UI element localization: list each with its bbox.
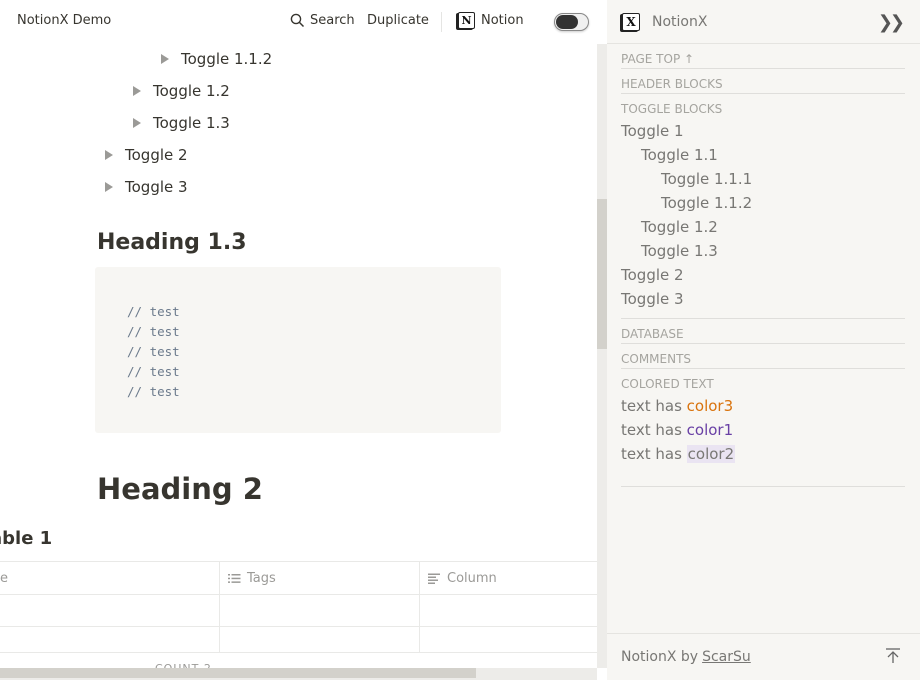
scroll-to-top-icon[interactable] [886, 648, 900, 664]
search-icon [290, 13, 305, 28]
nav-divider [441, 12, 442, 32]
toggle-label: Toggle 1.3 [153, 114, 230, 132]
colored-prefix: text has [621, 421, 687, 439]
footer-credit: NotionX by ScarSu [621, 649, 751, 665]
toggle-block[interactable]: Toggle 1.2 [133, 82, 230, 100]
code-line: // test [127, 324, 180, 339]
column-header-name[interactable]: e [0, 562, 220, 594]
toc-comments[interactable]: COMMENTS [621, 344, 905, 369]
table-of-contents-sidebar: X NotionX ❯❯ PAGE TOP ↑ HEADER BLOCKS TO… [607, 0, 920, 680]
toc-colored-item[interactable]: text has color2 [621, 442, 905, 466]
toggle-label: Toggle 1.2 [153, 82, 230, 100]
toc-header-blocks[interactable]: HEADER BLOCKS [621, 69, 905, 94]
notionx-logo-icon: X [622, 12, 640, 31]
toggle-knob [556, 15, 578, 29]
top-bar: NotionX Demo Search Duplicate N Notion [0, 0, 607, 44]
triangle-right-icon[interactable] [105, 150, 113, 160]
toggle-label: Toggle 1.1.2 [181, 50, 273, 68]
divider [621, 486, 905, 487]
table-row[interactable] [0, 595, 597, 627]
sidebar-content: PAGE TOP ↑ HEADER BLOCKS TOGGLE BLOCKS T… [621, 44, 905, 487]
footer-prefix: NotionX by [621, 649, 699, 665]
toc-item[interactable]: Toggle 1.1.2 [621, 191, 905, 215]
toggle-label: Toggle 2 [125, 146, 188, 164]
database-title[interactable]: able 1 [0, 528, 52, 549]
toggle-block[interactable]: Toggle 2 [105, 146, 188, 164]
duplicate-label: Duplicate [367, 13, 429, 28]
toc-colored-item[interactable]: text has color1 [621, 418, 905, 442]
dark-mode-toggle[interactable] [554, 13, 589, 31]
toggle-label: Toggle 3 [125, 178, 188, 196]
sidebar-header: X NotionX ❯❯ [607, 0, 920, 44]
column-label: Tags [247, 570, 276, 586]
vertical-scrollbar[interactable] [597, 44, 607, 668]
code-block: // test // test // test // test // test [95, 267, 501, 433]
toc-toggle-blocks[interactable]: TOGGLE BLOCKS [621, 94, 905, 119]
toggle-block[interactable]: Toggle 1.3 [133, 114, 230, 132]
toc-item[interactable]: Toggle 1.1 [621, 143, 905, 167]
duplicate-button[interactable]: Duplicate [367, 13, 429, 28]
notion-link[interactable]: N Notion [458, 12, 524, 29]
list-icon [228, 573, 241, 583]
database-table: e Tags Column [0, 561, 597, 653]
colored-prefix: text has [621, 445, 687, 463]
colored-word-orange: color3 [686, 397, 734, 415]
toggle-block[interactable]: Toggle 1.1.2 [161, 50, 272, 68]
sidebar-footer: NotionX by ScarSu [607, 633, 920, 680]
notion-logo-icon: N [458, 12, 475, 29]
table-cell[interactable] [0, 627, 220, 652]
horizontal-scrollbar[interactable] [0, 668, 597, 680]
toc-item[interactable]: Toggle 1 [621, 119, 905, 143]
triangle-right-icon[interactable] [161, 54, 169, 64]
toc-item[interactable]: Toggle 1.2 [621, 215, 905, 239]
notion-label: Notion [481, 13, 524, 28]
horizontal-scrollbar-thumb[interactable] [0, 668, 476, 678]
heading-1-3: Heading 1.3 [97, 230, 247, 255]
site-title[interactable]: NotionX Demo [17, 13, 111, 28]
toc-colored-item[interactable]: text has color3 [621, 394, 905, 418]
vertical-scrollbar-thumb[interactable] [597, 199, 607, 349]
column-header-tags[interactable]: Tags [220, 562, 420, 594]
column-header-column[interactable]: Column [420, 562, 597, 594]
double-chevron-right-icon[interactable]: ❯❯ [878, 12, 905, 33]
column-label: e [0, 570, 8, 586]
toggle-block[interactable]: Toggle 3 [105, 178, 188, 196]
colored-prefix: text has [621, 397, 687, 415]
table-cell[interactable] [220, 595, 420, 626]
table-cell[interactable] [0, 595, 220, 626]
search-button[interactable]: Search [290, 13, 355, 28]
search-label: Search [310, 13, 355, 28]
table-cell[interactable] [420, 595, 597, 626]
triangle-right-icon[interactable] [133, 86, 141, 96]
toc-item[interactable]: Toggle 1.3 [621, 239, 905, 263]
column-label: Column [447, 570, 497, 586]
toc-item[interactable]: Toggle 1.1.1 [621, 167, 905, 191]
table-cell[interactable] [420, 627, 597, 652]
toc-page-top[interactable]: PAGE TOP ↑ [621, 44, 905, 69]
triangle-right-icon[interactable] [133, 118, 141, 128]
code-line: // test [127, 304, 180, 319]
code-line: // test [127, 344, 180, 359]
text-icon [428, 573, 440, 584]
table-cell[interactable] [220, 627, 420, 652]
toc-item[interactable]: Toggle 3 [621, 287, 905, 311]
code-line: // test [127, 364, 180, 379]
page-content: Toggle 1.1.2 Toggle 1.2 Toggle 1.3 Toggl… [0, 44, 597, 668]
toc-database[interactable]: DATABASE [621, 319, 905, 344]
toc-colored-text[interactable]: COLORED TEXT [621, 369, 905, 394]
author-link[interactable]: ScarSu [702, 649, 751, 665]
heading-2: Heading 2 [97, 472, 263, 506]
table-header-row: e Tags Column [0, 561, 597, 595]
toc-item[interactable]: Toggle 2 [621, 263, 905, 287]
code-line: // test [127, 384, 180, 399]
colored-word-purple: color1 [686, 421, 734, 439]
divider [621, 311, 905, 319]
triangle-right-icon[interactable] [105, 182, 113, 192]
table-row[interactable] [0, 627, 597, 653]
sidebar-title: NotionX [652, 13, 708, 30]
colored-word-highlight: color2 [686, 445, 736, 463]
